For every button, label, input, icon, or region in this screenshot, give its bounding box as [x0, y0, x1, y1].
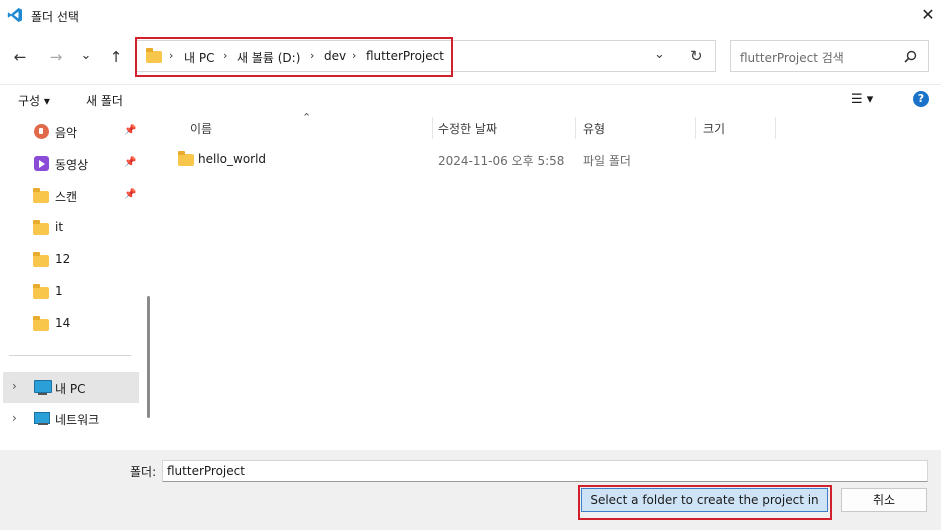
folder-icon — [33, 220, 49, 235]
search-placeholder: flutterProject 검색 — [740, 51, 844, 65]
sidebar-item-label: 음악 — [55, 126, 78, 140]
folder-icon — [33, 252, 49, 267]
organize-button[interactable]: 구성 ▾ — [18, 92, 50, 109]
title-bar — [0, 0, 941, 30]
folder-icon — [178, 151, 194, 166]
sidebar-item-scan[interactable]: 스캔 📌 — [0, 181, 140, 211]
pin-icon: 📌 — [124, 125, 137, 136]
sidebar-item-12[interactable]: 12 — [0, 245, 140, 275]
select-button-highlight — [578, 485, 832, 520]
recent-locations-button[interactable]: ⌄ — [75, 45, 97, 67]
column-separator[interactable] — [575, 117, 576, 139]
sidebar-item-1[interactable]: 1 — [0, 277, 140, 307]
up-button[interactable]: ↑ — [105, 46, 127, 68]
command-bar — [0, 84, 941, 115]
pin-icon: 📌 — [124, 157, 137, 168]
column-separator[interactable] — [695, 117, 696, 139]
expand-chevron-icon[interactable]: › — [12, 379, 17, 393]
sidebar-item-label: 내 PC — [55, 382, 86, 396]
folder-name-value: flutterProject — [167, 464, 245, 478]
search-icon[interactable] — [904, 50, 917, 63]
sort-ascending-icon: ⌃ — [302, 111, 312, 124]
pin-icon: 📌 — [124, 189, 137, 200]
address-dropdown-icon[interactable]: ⌄ — [654, 47, 665, 62]
sidebar-item-label: 동영상 — [55, 158, 89, 172]
column-header-name[interactable]: 이름 — [190, 120, 212, 137]
sidebar-scrollbar[interactable] — [147, 296, 150, 418]
folder-icon — [33, 188, 49, 203]
sidebar-item-label: 네트워크 — [55, 413, 100, 427]
cancel-button[interactable]: 취소 — [841, 488, 927, 512]
sidebar-item-music[interactable]: 음악 📌 — [0, 117, 140, 147]
sidebar-item-it[interactable]: it — [0, 213, 140, 243]
file-type: 파일 폴더 — [583, 154, 631, 168]
close-button[interactable]: ✕ — [916, 3, 940, 27]
music-icon — [34, 124, 49, 139]
column-separator[interactable] — [775, 117, 776, 139]
new-folder-button[interactable]: 새 폴더 — [86, 92, 123, 109]
column-header-modified[interactable]: 수정한 날짜 — [438, 120, 497, 137]
sidebar-divider — [9, 355, 131, 356]
view-options-button[interactable]: ☰ ▾ — [851, 92, 873, 107]
window-title: 폴더 선택 — [31, 10, 79, 24]
refresh-icon[interactable]: ↻ — [690, 47, 703, 65]
column-header-type[interactable]: 유형 — [583, 120, 605, 137]
sidebar-item-14[interactable]: 14 — [0, 309, 140, 339]
file-name[interactable]: hello_world — [198, 152, 266, 166]
column-header-size[interactable]: 크기 — [703, 120, 725, 137]
file-modified: 2024-11-06 오후 5:58 — [438, 154, 565, 168]
pc-icon — [34, 380, 52, 393]
folder-icon — [33, 316, 49, 331]
sidebar-item-network[interactable]: 네트워크 — [0, 404, 140, 434]
help-button[interactable]: ? — [913, 91, 929, 107]
folder-icon — [33, 284, 49, 299]
sidebar-item-label: it — [55, 220, 64, 234]
video-icon — [34, 156, 49, 171]
forward-button[interactable]: → — [45, 46, 67, 68]
vscode-icon — [7, 8, 22, 22]
folder-name-input[interactable] — [162, 460, 928, 482]
folder-label: 폴더: — [130, 465, 157, 479]
address-highlight — [135, 37, 453, 77]
back-button[interactable]: ← — [9, 46, 31, 68]
sidebar-item-label: 12 — [55, 252, 71, 266]
sidebar-item-videos[interactable]: 동영상 📌 — [0, 149, 140, 179]
column-separator[interactable] — [432, 117, 433, 139]
sidebar-item-label: 스캔 — [55, 190, 78, 204]
sidebar-item-label: 14 — [55, 316, 71, 330]
sidebar-item-label: 1 — [55, 284, 63, 298]
